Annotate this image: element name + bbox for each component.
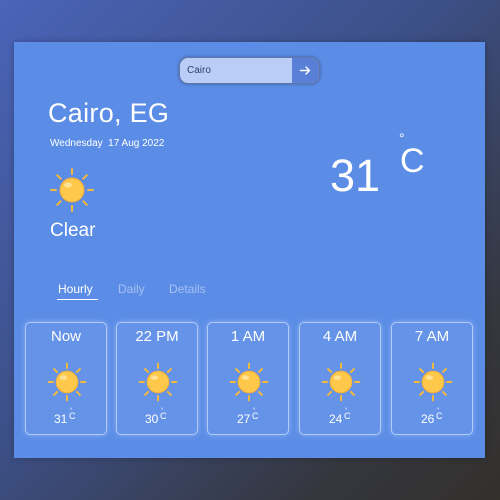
tab-daily[interactable]: Daily <box>118 282 145 296</box>
temperature-unit: C <box>400 142 425 180</box>
forecast-temperature: 26 <box>421 412 435 426</box>
weather-condition: Clear <box>50 220 96 241</box>
current-temperature: 31 <box>330 150 381 201</box>
active-tab-indicator <box>57 299 98 300</box>
forecast-card: 4 AM 24 ° C <box>299 322 381 435</box>
forecast-time: 22 PM <box>135 328 179 345</box>
temperature-unit: C <box>436 411 443 421</box>
sun-icon <box>47 362 87 402</box>
temperature-unit: C <box>160 411 167 421</box>
forecast-temperature: 30 <box>145 412 159 426</box>
search-submit-button[interactable] <box>292 58 319 83</box>
arrow-right-icon <box>300 66 311 75</box>
tab-hourly[interactable]: Hourly <box>58 282 93 296</box>
temperature-unit: C <box>69 411 76 421</box>
location-name: Cairo, EG <box>48 98 170 128</box>
search-bar <box>179 57 320 84</box>
forecast-card: 7 AM 26 ° C <box>391 322 473 435</box>
forecast-temperature: 31 <box>54 412 68 426</box>
weather-card: Cairo, EG Wednesday 17 Aug 2022 Clear 31… <box>14 42 485 458</box>
current-date: Wednesday 17 Aug 2022 <box>50 138 165 149</box>
forecast-card: 22 PM 30 ° C <box>116 322 198 435</box>
forecast-card: 1 AM 27 ° C <box>207 322 289 435</box>
forecast-time: 4 AM <box>322 328 358 345</box>
forecast-time: 1 AM <box>230 328 266 345</box>
sun-icon <box>50 168 94 212</box>
search-input[interactable] <box>180 58 292 83</box>
temperature-unit: C <box>344 411 351 421</box>
sun-icon <box>321 362 361 402</box>
temperature-unit: C <box>252 411 259 421</box>
sun-icon <box>413 362 453 402</box>
sun-icon <box>138 362 178 402</box>
sun-icon <box>229 362 269 402</box>
forecast-temperature: 24 <box>329 412 343 426</box>
forecast-time: 7 AM <box>414 328 450 345</box>
tab-details[interactable]: Details <box>169 282 206 296</box>
forecast-card: Now 31 ° C <box>25 322 107 435</box>
forecast-temperature: 27 <box>237 412 251 426</box>
forecast-time: Now <box>50 328 81 345</box>
